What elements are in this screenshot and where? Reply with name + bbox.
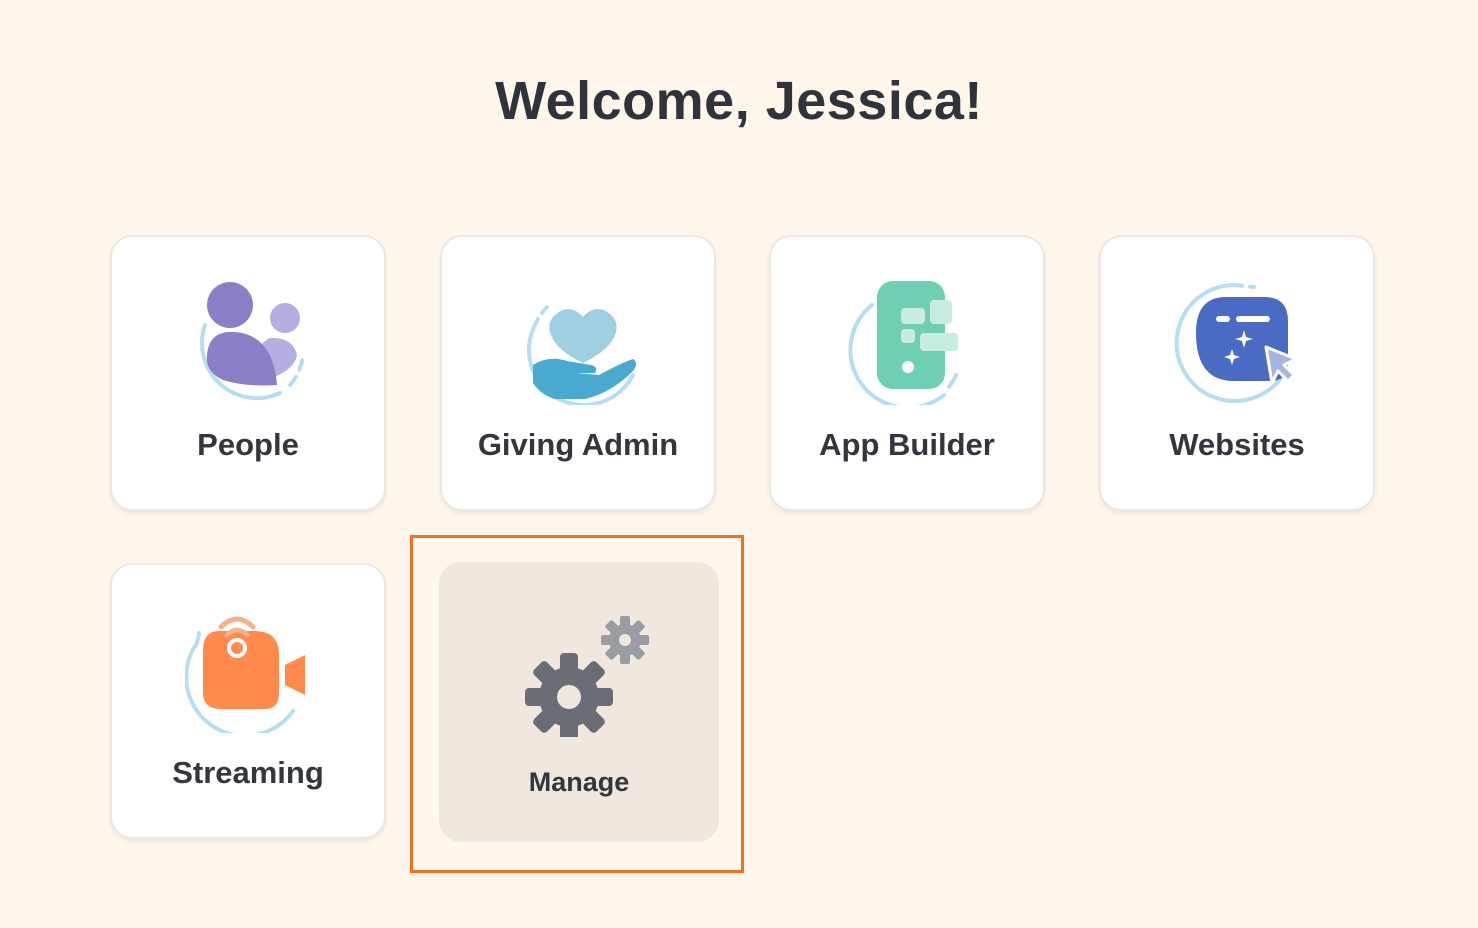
app-tile-websites[interactable]: Websites	[1099, 235, 1375, 511]
website-cursor-icon	[1174, 275, 1304, 405]
app-label: App Builder	[819, 427, 995, 462]
app-label: Manage	[528, 767, 630, 797]
app-label: People	[197, 427, 299, 462]
giving-hand-heart-icon	[515, 275, 645, 405]
app-tile-app-builder[interactable]: App Builder	[769, 235, 1045, 511]
app-tile-streaming[interactable]: Streaming	[110, 563, 386, 839]
gears-icon	[519, 607, 649, 737]
people-icon	[185, 275, 315, 405]
app-tile-people[interactable]: People	[110, 235, 386, 511]
app-tile-manage[interactable]: Manage	[439, 562, 719, 842]
app-tile-giving-admin[interactable]: Giving Admin	[440, 235, 716, 511]
page-title: Welcome, Jessica!	[495, 71, 983, 131]
app-label: Giving Admin	[477, 427, 679, 462]
app-label: Websites	[1169, 427, 1305, 462]
app-label: Streaming	[172, 755, 324, 790]
streaming-camera-icon	[185, 603, 315, 733]
app-builder-phone-icon	[844, 275, 974, 405]
